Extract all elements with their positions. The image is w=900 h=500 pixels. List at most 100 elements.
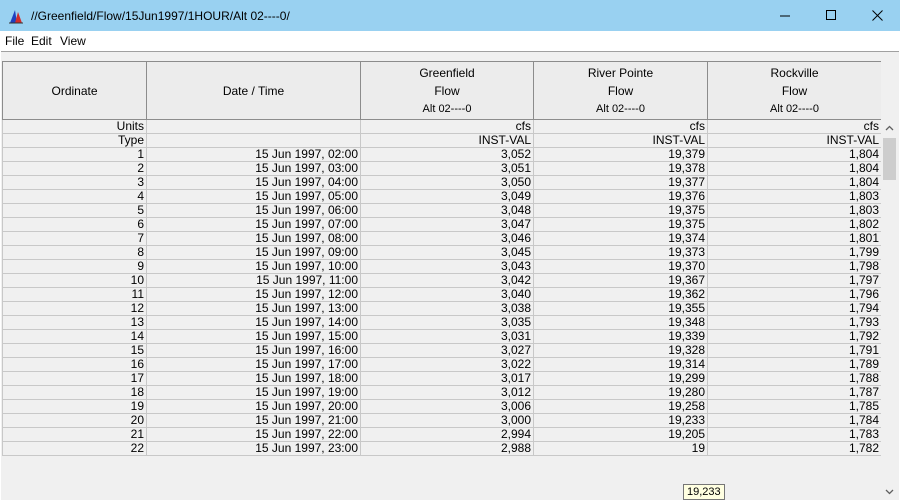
table-cell[interactable]: 2 [2, 161, 147, 176]
table-cell[interactable]: 1,791 [707, 343, 881, 358]
table-cell[interactable]: 15 Jun 1997, 17:00 [146, 357, 361, 372]
table-cell[interactable]: 3,047 [360, 217, 534, 232]
table-cell[interactable]: 1,799 [707, 245, 881, 260]
table-cell[interactable]: 1,804 [707, 175, 881, 190]
table-cell[interactable]: 15 Jun 1997, 12:00 [146, 287, 361, 302]
table-cell[interactable]: 19,376 [533, 189, 708, 204]
table-cell[interactable]: 15 Jun 1997, 05:00 [146, 189, 361, 204]
column-header[interactable]: River Pointe Flow Alt 02----0 [533, 61, 708, 120]
table-cell[interactable]: 3,045 [360, 245, 534, 260]
table-cell[interactable]: INST-VAL [533, 133, 708, 148]
table-cell[interactable]: 1,794 [707, 301, 881, 316]
table-cell[interactable]: 15 Jun 1997, 03:00 [146, 161, 361, 176]
table-cell[interactable]: 1,798 [707, 259, 881, 274]
table-cell[interactable]: 1,789 [707, 357, 881, 372]
table-cell[interactable]: 15 Jun 1997, 23:00 [146, 441, 361, 456]
table-cell[interactable]: 19,378 [533, 161, 708, 176]
table-cell[interactable]: 3,040 [360, 287, 534, 302]
table-cell[interactable]: 19,379 [533, 147, 708, 162]
table-cell[interactable]: 12 [2, 301, 147, 316]
table-cell[interactable]: 20 [2, 413, 147, 428]
table-cell[interactable]: 15 Jun 1997, 04:00 [146, 175, 361, 190]
table-cell[interactable]: 3 [2, 175, 147, 190]
table-cell[interactable]: 22 [2, 441, 147, 456]
table-cell[interactable]: 3,049 [360, 189, 534, 204]
table-cell[interactable]: 19,362 [533, 287, 708, 302]
table-cell[interactable]: 3,050 [360, 175, 534, 190]
table-cell[interactable]: 19,355 [533, 301, 708, 316]
table-cell[interactable]: 15 Jun 1997, 08:00 [146, 231, 361, 246]
table-cell[interactable]: 11 [2, 287, 147, 302]
table-cell[interactable]: 7 [2, 231, 147, 246]
table-cell[interactable]: 3,035 [360, 315, 534, 330]
table-cell[interactable]: 15 Jun 1997, 18:00 [146, 371, 361, 386]
table-cell[interactable]: 19,370 [533, 259, 708, 274]
table-cell[interactable]: 19,280 [533, 385, 708, 400]
table-cell[interactable]: 15 [2, 343, 147, 358]
table-cell[interactable]: 15 Jun 1997, 07:00 [146, 217, 361, 232]
table-cell[interactable]: 15 Jun 1997, 15:00 [146, 329, 361, 344]
vertical-scrollbar[interactable] [881, 119, 898, 500]
table-cell[interactable]: 15 Jun 1997, 13:00 [146, 301, 361, 316]
table-cell[interactable]: 1,793 [707, 315, 881, 330]
table-cell[interactable]: 15 Jun 1997, 19:00 [146, 385, 361, 400]
menu-file[interactable]: File [5, 34, 24, 48]
table-cell[interactable]: 1,804 [707, 161, 881, 176]
table-cell[interactable]: 2,994 [360, 427, 534, 442]
table-cell[interactable]: 10 [2, 273, 147, 288]
table-cell[interactable]: 1,787 [707, 385, 881, 400]
table-cell[interactable]: cfs [533, 119, 708, 134]
table-cell[interactable]: 19,367 [533, 273, 708, 288]
table-cell[interactable]: 14 [2, 329, 147, 344]
table-cell[interactable]: 1,784 [707, 413, 881, 428]
table-cell[interactable]: 15 Jun 1997, 11:00 [146, 273, 361, 288]
close-button[interactable] [854, 0, 900, 31]
column-header[interactable]: Rockville Flow Alt 02----0 [707, 61, 881, 120]
table-cell[interactable]: 19 [533, 441, 708, 456]
table-cell[interactable]: 15 Jun 1997, 16:00 [146, 343, 361, 358]
table-cell[interactable]: 13 [2, 315, 147, 330]
table-cell[interactable]: 3,052 [360, 147, 534, 162]
menu-edit[interactable]: Edit [31, 34, 52, 48]
table-cell[interactable]: 3,012 [360, 385, 534, 400]
table-cell[interactable]: 1,788 [707, 371, 881, 386]
table-cell[interactable]: 1,803 [707, 203, 881, 218]
table-cell[interactable]: 19,374 [533, 231, 708, 246]
table-cell[interactable]: 9 [2, 259, 147, 274]
table-cell[interactable]: 19,377 [533, 175, 708, 190]
table-cell[interactable]: 19,328 [533, 343, 708, 358]
table-cell[interactable]: 3,017 [360, 371, 534, 386]
table-cell[interactable]: INST-VAL [360, 133, 534, 148]
table-cell[interactable]: 3,027 [360, 343, 534, 358]
column-header[interactable]: Greenfield Flow Alt 02----0 [360, 61, 534, 120]
table-cell[interactable]: 19 [2, 399, 147, 414]
table-cell[interactable]: 19,233 [533, 413, 708, 428]
hec-dss-icon[interactable] [8, 8, 24, 24]
table-cell[interactable]: 15 Jun 1997, 02:00 [146, 147, 361, 162]
table-cell[interactable]: 8 [2, 245, 147, 260]
table-cell[interactable]: 1 [2, 147, 147, 162]
table-cell[interactable]: 19,299 [533, 371, 708, 386]
table-cell[interactable]: 21 [2, 427, 147, 442]
table-cell[interactable]: 2,988 [360, 441, 534, 456]
table-cell[interactable]: 3,006 [360, 399, 534, 414]
table-cell[interactable]: 1,792 [707, 329, 881, 344]
table-cell[interactable]: 3,022 [360, 357, 534, 372]
table-cell[interactable]: 19,375 [533, 217, 708, 232]
scroll-up-button[interactable] [881, 119, 898, 136]
table-cell[interactable]: 1,802 [707, 217, 881, 232]
table-cell[interactable]: cfs [707, 119, 881, 134]
table-cell[interactable]: Type [2, 133, 147, 148]
table-cell[interactable]: 18 [2, 385, 147, 400]
table-cell[interactable]: 1,801 [707, 231, 881, 246]
table-cell[interactable]: 19,339 [533, 329, 708, 344]
table-cell[interactable]: 15 Jun 1997, 06:00 [146, 203, 361, 218]
table-cell[interactable]: 1,803 [707, 189, 881, 204]
minimize-button[interactable] [762, 0, 808, 31]
table-cell[interactable]: 17 [2, 371, 147, 386]
table-cell[interactable]: 15 Jun 1997, 21:00 [146, 413, 361, 428]
scroll-down-button[interactable] [881, 483, 898, 500]
table-cell[interactable]: 1,804 [707, 147, 881, 162]
table-cell[interactable]: Units [2, 119, 147, 134]
table-cell[interactable]: 1,797 [707, 273, 881, 288]
